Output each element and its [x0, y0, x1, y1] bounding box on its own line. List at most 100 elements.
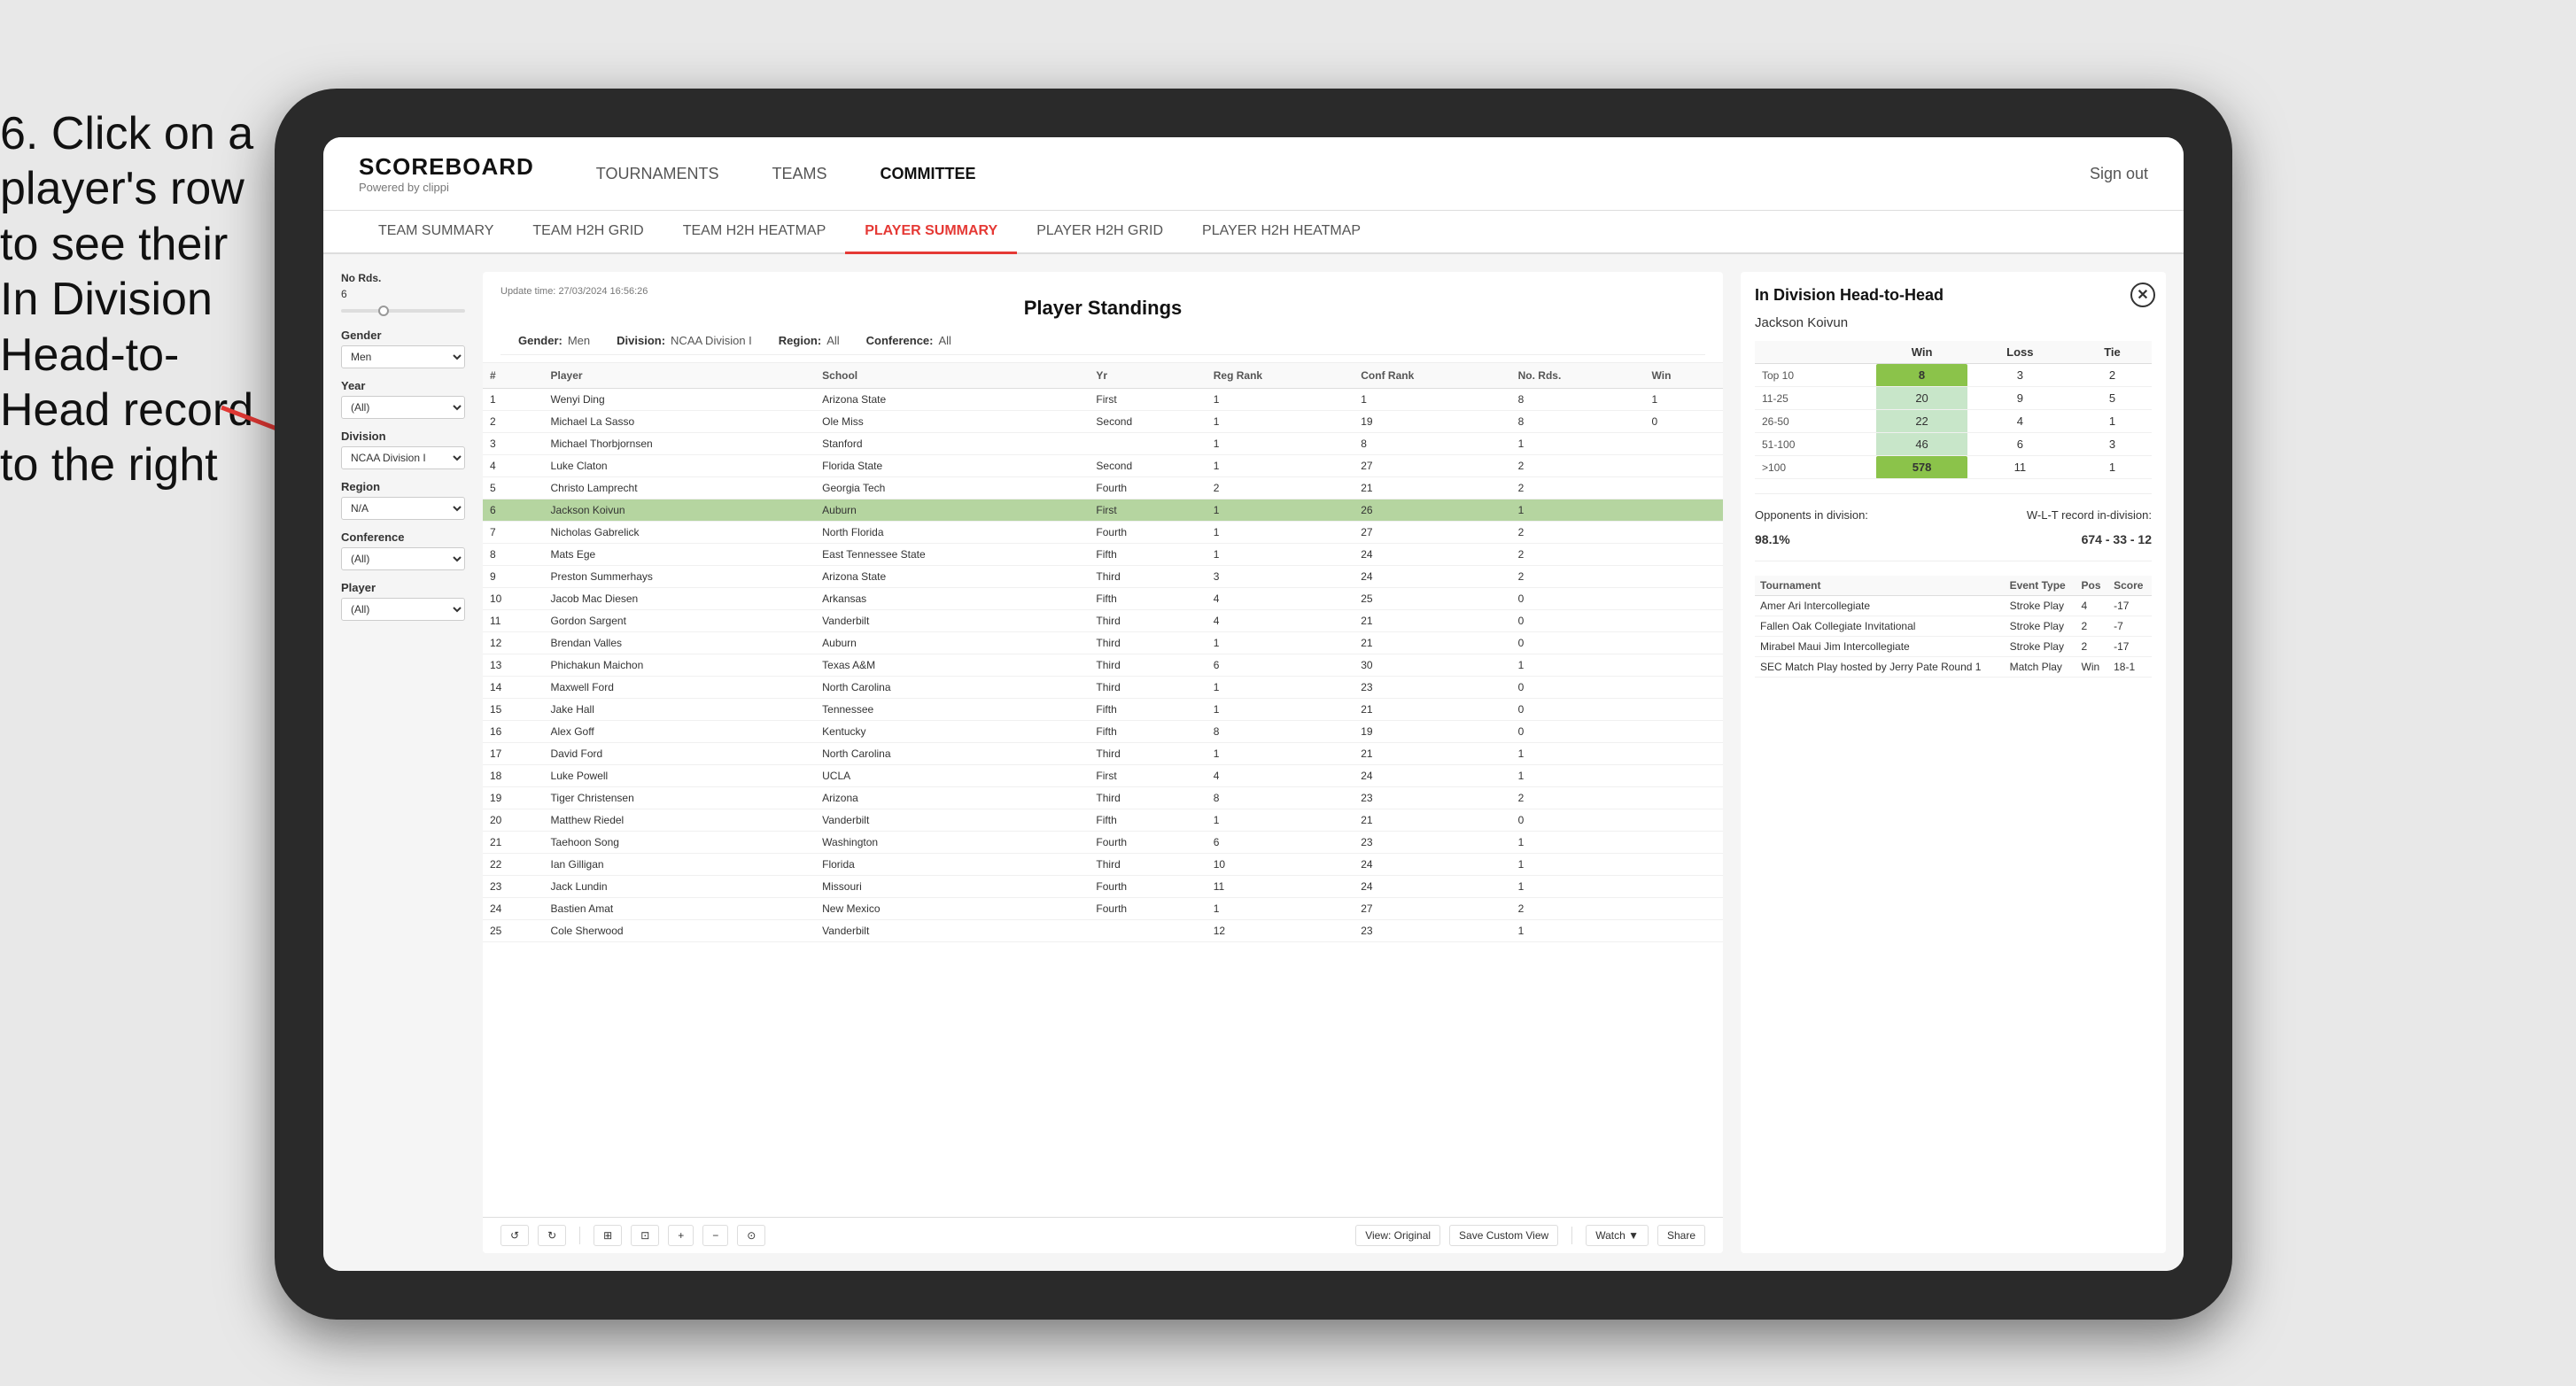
sub-nav-team-summary[interactable]: TEAM SUMMARY: [359, 211, 513, 254]
sign-out-button[interactable]: Sign out: [2090, 165, 2148, 183]
h2h-range: 51-100: [1755, 433, 1876, 456]
cell-conf: 24: [1354, 854, 1510, 876]
table-row[interactable]: 14 Maxwell Ford North Carolina Third 1 2…: [483, 677, 1723, 699]
cell-school: North Carolina: [815, 743, 1089, 765]
save-custom-button[interactable]: Save Custom View: [1449, 1225, 1558, 1246]
cell-player: Jack Lundin: [544, 876, 816, 898]
cell-conf: 23: [1354, 920, 1510, 942]
table-row[interactable]: 7 Nicholas Gabrelick North Florida Fourt…: [483, 522, 1723, 544]
table-row[interactable]: 25 Cole Sherwood Vanderbilt 12 23 1: [483, 920, 1723, 942]
cell-rds: 1: [1511, 832, 1645, 854]
toolbar-sep-1: [579, 1227, 580, 1244]
table-row[interactable]: 3 Michael Thorbjornsen Stanford 1 8 1: [483, 433, 1723, 455]
table-row[interactable]: 18 Luke Powell UCLA First 4 24 1: [483, 765, 1723, 787]
toolbar-btn-7[interactable]: ⊙: [737, 1225, 765, 1246]
tournament-score: -17: [2108, 637, 2152, 657]
player-filter-select[interactable]: (All): [341, 598, 465, 621]
cell-school: Vanderbilt: [815, 610, 1089, 632]
cell-school: New Mexico: [815, 898, 1089, 920]
cell-conf: 21: [1354, 632, 1510, 654]
cell-win: [1645, 876, 1723, 898]
no-rds-slider[interactable]: [341, 309, 465, 313]
cell-win: [1645, 588, 1723, 610]
watch-button[interactable]: Watch ▼: [1586, 1225, 1649, 1246]
table-row[interactable]: 21 Taehoon Song Washington Fourth 6 23 1: [483, 832, 1723, 854]
cell-rank: 2: [483, 411, 544, 433]
table-row[interactable]: 15 Jake Hall Tennessee Fifth 1 21 0: [483, 699, 1723, 721]
region-filter-select[interactable]: N/A: [341, 497, 465, 520]
cell-yr: Third: [1089, 610, 1206, 632]
table-row[interactable]: 13 Phichakun Maichon Texas A&M Third 6 3…: [483, 654, 1723, 677]
col-tournament: Tournament: [1755, 576, 2005, 596]
table-row[interactable]: 12 Brendan Valles Auburn Third 1 21 0: [483, 632, 1723, 654]
cell-yr: First: [1089, 765, 1206, 787]
table-row[interactable]: 24 Bastien Amat New Mexico Fourth 1 27 2: [483, 898, 1723, 920]
conference-filter: Conference (All): [341, 530, 465, 570]
h2h-close-button[interactable]: ✕: [2130, 283, 2155, 307]
cell-reg: 1: [1207, 433, 1354, 455]
table-row[interactable]: 17 David Ford North Carolina Third 1 21 …: [483, 743, 1723, 765]
nav-committee[interactable]: COMMITTEE: [872, 159, 985, 189]
toolbar-btn-3[interactable]: ⊞: [594, 1225, 622, 1246]
h2h-col-win: Win: [1876, 341, 1967, 364]
sub-nav-team-h2h-grid[interactable]: TEAM H2H GRID: [513, 211, 663, 254]
cell-conf: 24: [1354, 765, 1510, 787]
region-display-label: Region:: [779, 334, 821, 347]
division-filter-select[interactable]: NCAA Division I: [341, 446, 465, 469]
sub-nav-player-h2h-grid[interactable]: PLAYER H2H GRID: [1017, 211, 1183, 254]
table-row[interactable]: 9 Preston Summerhays Arizona State Third…: [483, 566, 1723, 588]
cell-reg: 6: [1207, 832, 1354, 854]
cell-rds: 8: [1511, 389, 1645, 411]
table-row[interactable]: 22 Ian Gilligan Florida Third 10 24 1: [483, 854, 1723, 876]
tournament-tbody: Amer Ari Intercollegiate Stroke Play 4 -…: [1755, 596, 2152, 678]
table-row[interactable]: 6 Jackson Koivun Auburn First 1 26 1: [483, 499, 1723, 522]
cell-conf: 21: [1354, 809, 1510, 832]
division-display-value: NCAA Division I: [671, 334, 752, 347]
sub-nav-player-summary[interactable]: PLAYER SUMMARY: [845, 211, 1017, 254]
cell-rank: 3: [483, 433, 544, 455]
table-row[interactable]: 5 Christo Lamprecht Georgia Tech Fourth …: [483, 477, 1723, 499]
h2h-win: 22: [1876, 410, 1967, 433]
table-row[interactable]: 11 Gordon Sargent Vanderbilt Third 4 21 …: [483, 610, 1723, 632]
table-row[interactable]: 2 Michael La Sasso Ole Miss Second 1 19 …: [483, 411, 1723, 433]
cell-yr: First: [1089, 499, 1206, 522]
table-row[interactable]: 16 Alex Goff Kentucky Fifth 8 19 0: [483, 721, 1723, 743]
toolbar-sep-2: [1571, 1227, 1572, 1244]
sub-nav-player-h2h-heatmap[interactable]: PLAYER H2H HEATMAP: [1183, 211, 1380, 254]
cell-yr: Fourth: [1089, 832, 1206, 854]
year-filter-select[interactable]: (All): [341, 396, 465, 419]
h2h-loss: 4: [1967, 410, 2073, 433]
table-row[interactable]: 20 Matthew Riedel Vanderbilt Fifth 1 21 …: [483, 809, 1723, 832]
table-row[interactable]: 1 Wenyi Ding Arizona State First 1 1 8 1: [483, 389, 1723, 411]
gender-filter-select[interactable]: Men: [341, 345, 465, 368]
sub-nav-team-h2h-heatmap[interactable]: TEAM H2H HEATMAP: [663, 211, 846, 254]
cell-player: Mats Ege: [544, 544, 816, 566]
conference-display-value: All: [939, 334, 951, 347]
table-row[interactable]: 19 Tiger Christensen Arizona Third 8 23 …: [483, 787, 1723, 809]
share-button[interactable]: Share: [1657, 1225, 1705, 1246]
toolbar-btn-6[interactable]: −: [702, 1225, 728, 1246]
table-row[interactable]: 8 Mats Ege East Tennessee State Fifth 1 …: [483, 544, 1723, 566]
cell-player: Jacob Mac Diesen: [544, 588, 816, 610]
cell-rds: 2: [1511, 544, 1645, 566]
redo-button[interactable]: ↻: [538, 1225, 566, 1246]
undo-button[interactable]: ↺: [500, 1225, 529, 1246]
nav-tournaments[interactable]: TOURNAMENTS: [587, 159, 728, 189]
table-row[interactable]: 23 Jack Lundin Missouri Fourth 11 24 1: [483, 876, 1723, 898]
table-row[interactable]: 10 Jacob Mac Diesen Arkansas Fifth 4 25 …: [483, 588, 1723, 610]
cell-player: Preston Summerhays: [544, 566, 816, 588]
cell-win: [1645, 765, 1723, 787]
nav-teams[interactable]: TEAMS: [763, 159, 835, 189]
view-original-button[interactable]: View: Original: [1355, 1225, 1440, 1246]
logo-scoreboard: SCOREBOARD: [359, 153, 534, 181]
cell-reg: 4: [1207, 610, 1354, 632]
toolbar-btn-5[interactable]: +: [668, 1225, 694, 1246]
toolbar-btn-4[interactable]: ⊡: [631, 1225, 659, 1246]
table-row[interactable]: 4 Luke Claton Florida State Second 1 27 …: [483, 455, 1723, 477]
cell-rds: 2: [1511, 898, 1645, 920]
tournament-type: Stroke Play: [2005, 637, 2076, 657]
slider-thumb[interactable]: [378, 306, 389, 316]
cell-win: [1645, 566, 1723, 588]
conference-filter-select[interactable]: (All): [341, 547, 465, 570]
h2h-col-tie: Tie: [2073, 341, 2152, 364]
